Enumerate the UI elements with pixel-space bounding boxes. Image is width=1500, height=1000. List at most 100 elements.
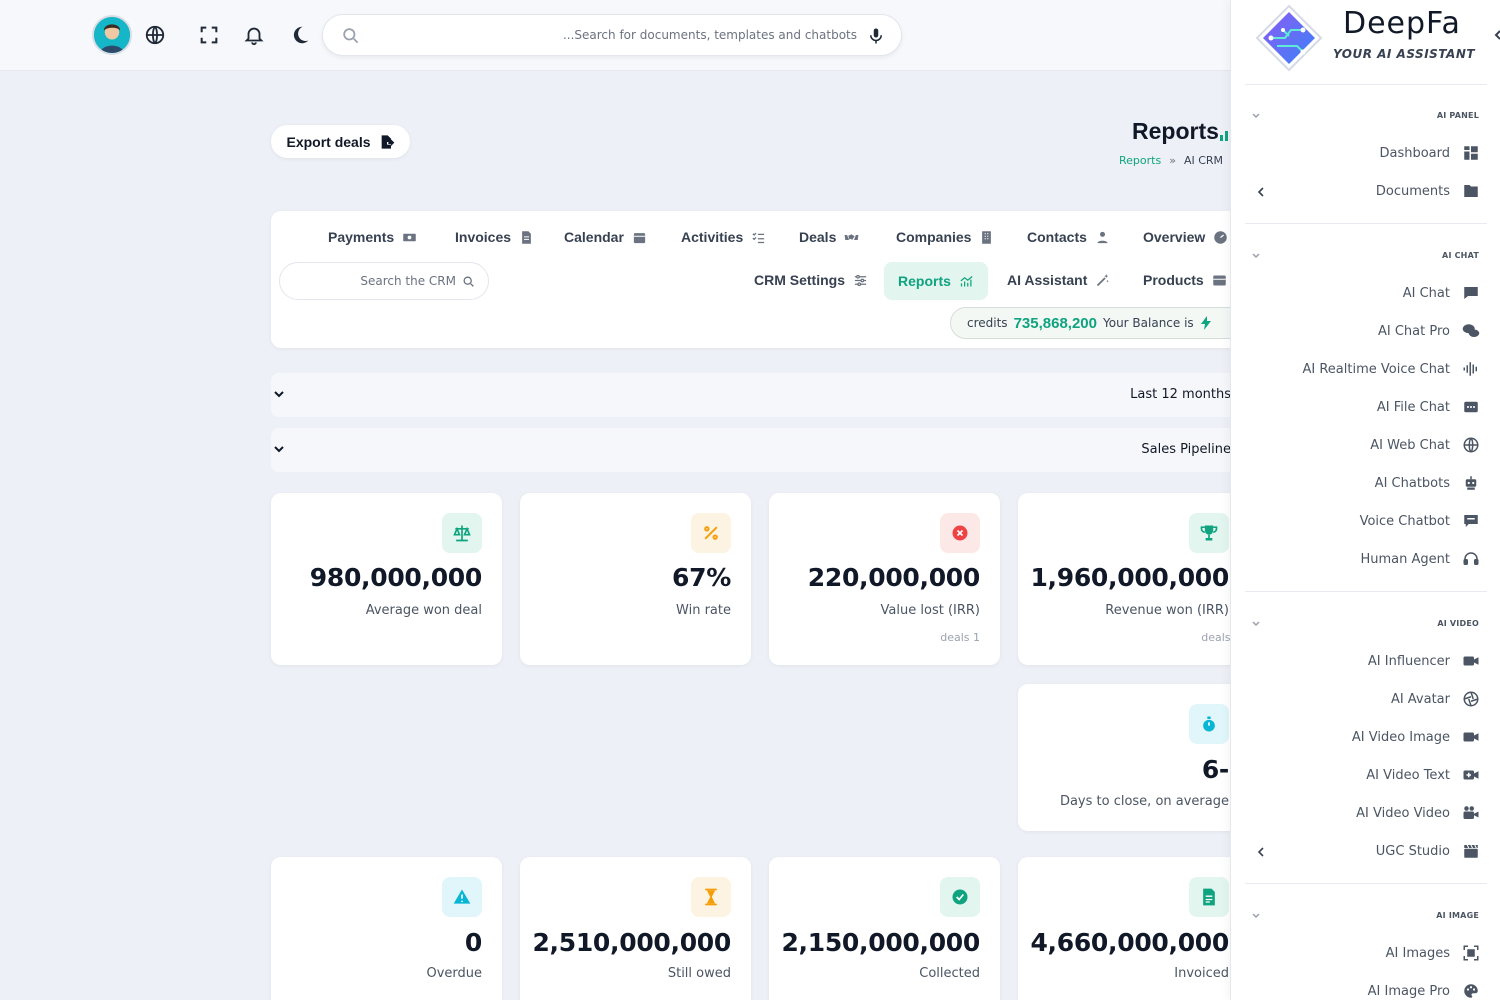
sidebar-item-ai-influencer[interactable]: AI Influencer (1368, 652, 1480, 670)
stat-card-average-won-deal: 980,000,000 Average won deal (271, 493, 502, 665)
tab-ai-assistant[interactable]: AI Assistant (1007, 272, 1110, 288)
sidebar-item-ai-avatar[interactable]: AI Avatar (1391, 690, 1480, 708)
export-deals-button[interactable]: Export deals (271, 125, 410, 158)
tab-companies[interactable]: Companies (896, 229, 994, 245)
chevron-down-icon[interactable] (1251, 251, 1261, 261)
sidebar-item-ai-realtime-voice-chat[interactable]: AI Realtime Voice Chat (1303, 360, 1481, 378)
crm-search-placeholder: Search the CRM (360, 274, 456, 288)
moon-icon[interactable] (289, 24, 311, 46)
collapse-sidebar-icon[interactable] (1493, 29, 1500, 41)
stat-value: 2,150,000,000 (781, 928, 980, 957)
video-camera-icon (1463, 656, 1479, 666)
stat-card-collected: 2,150,000,000 Collected (769, 857, 1000, 1000)
tab-activities[interactable]: Activities (681, 229, 766, 245)
breadcrumb-separator: » (1169, 154, 1176, 167)
sidebar-item-ai-video-image[interactable]: AI Video Image (1352, 728, 1480, 746)
crm-nav-card: Payments Invoices Calendar Activities De… (271, 211, 1250, 348)
sidebar-item-ai-chat[interactable]: AI Chat (1403, 284, 1480, 302)
stat-value: 4,660,000,000 (1030, 928, 1229, 957)
search-placeholder: ...Search for documents, templates and c… (562, 28, 857, 42)
tab-invoices[interactable]: Invoices (455, 229, 534, 245)
credits-amount: 735,868,200 (1013, 314, 1097, 332)
stat-subtext: deals 1 (940, 631, 980, 644)
divider (1245, 84, 1487, 85)
section-ai-chat: AI CHAT (1442, 251, 1479, 260)
building-icon (982, 230, 992, 244)
bolt-icon (1200, 316, 1211, 330)
stat-card-overdue: 0 Overdue (271, 857, 502, 1000)
money-icon (403, 233, 416, 241)
globe-icon[interactable] (144, 24, 166, 46)
page-title: Reports (1132, 118, 1233, 145)
top-bar: ...Search for documents, templates and c… (0, 0, 1230, 71)
sidebar-item-ai-images[interactable]: AI Images (1386, 944, 1480, 962)
bell-icon[interactable] (243, 24, 265, 46)
sidebar-item-documents[interactable]: Documents (1376, 182, 1480, 200)
stat-label: Invoiced (1174, 966, 1229, 981)
period-filter[interactable]: Last 12 months (271, 373, 1241, 417)
sidebar-item-ai-chatbots[interactable]: AI Chatbots (1375, 474, 1480, 492)
chevron-left-icon[interactable] (1256, 186, 1266, 198)
trophy-icon (1189, 513, 1229, 553)
stat-card-revenue-won: 1,960,000,000 Revenue won (IRR) deals 2 (1018, 493, 1249, 665)
sidebar-item-ai-video-text[interactable]: AI Video Text (1366, 766, 1480, 784)
chevron-left-icon[interactable] (1256, 846, 1266, 858)
user-avatar[interactable] (92, 15, 132, 55)
global-search[interactable]: ...Search for documents, templates and c… (322, 14, 902, 56)
chevron-down-icon[interactable] (1251, 911, 1261, 921)
chevron-down-icon (274, 391, 284, 398)
stat-value: 1,960,000,000 (1030, 563, 1229, 592)
chevron-down-icon[interactable] (1251, 619, 1261, 629)
search-icon (343, 28, 359, 44)
comments-icon (1462, 324, 1480, 337)
breadcrumb-current: AI CRM (1183, 154, 1224, 167)
crm-search-input[interactable]: Search the CRM (279, 262, 489, 300)
tab-reports[interactable]: Reports (884, 262, 988, 300)
warning-icon (442, 877, 482, 917)
gauge-icon (1214, 230, 1228, 244)
tab-products[interactable]: Products (1143, 272, 1227, 288)
sidebar-item-ai-web-chat[interactable]: AI Web Chat (1370, 436, 1480, 454)
chat-bubble-icon (1464, 515, 1478, 527)
sidebar-item-ugc-studio[interactable]: UGC Studio (1376, 842, 1480, 860)
stat-card-value-lost: 220,000,000 Value lost (IRR) deals 1 (769, 493, 1000, 665)
sliders-icon (854, 274, 867, 286)
aperture-icon (1463, 691, 1479, 707)
fullscreen-icon[interactable] (198, 24, 220, 46)
sidebar-item-ai-video-video[interactable]: AI Video Video (1356, 804, 1480, 822)
sidebar-item-ai-chat-pro[interactable]: AI Chat Pro (1378, 322, 1480, 340)
tab-calendar[interactable]: Calendar (564, 229, 647, 245)
tab-deals[interactable]: Deals (799, 229, 859, 245)
x-circle-icon (940, 513, 980, 553)
stat-value: 980,000,000 (309, 563, 483, 592)
microphone-icon[interactable] (867, 26, 885, 46)
tab-contacts[interactable]: Contacts (1027, 229, 1110, 245)
chevron-down-icon[interactable] (1251, 111, 1261, 121)
pipeline-filter-value: Sales Pipeline (1141, 442, 1231, 457)
percent-icon (691, 513, 731, 553)
divider (1245, 591, 1487, 592)
globe-icon (1463, 437, 1479, 453)
sidebar-item-ai-file-chat[interactable]: AI File Chat (1377, 398, 1480, 416)
sidebar-item-ai-image-pro[interactable]: AI Image Pro (1368, 982, 1480, 1000)
film-camera-icon (1463, 806, 1479, 819)
section-ai-panel: AI PANEL (1436, 111, 1479, 120)
stat-card-invoiced: 4,660,000,000 Invoiced (1018, 857, 1249, 1000)
tab-crm-settings[interactable]: CRM Settings (754, 272, 868, 288)
stat-label: Win rate (676, 603, 731, 618)
file-export-icon (381, 134, 394, 149)
breadcrumb-link-reports[interactable]: Reports (1119, 154, 1161, 167)
boxes-icon (1212, 275, 1226, 285)
credits-badge: credits 735,868,200 Your Balance is (950, 307, 1250, 339)
tab-overview[interactable]: Overview (1143, 229, 1228, 245)
sidebar-item-human-agent[interactable]: Human Agent (1361, 550, 1481, 568)
brand-tagline: YOUR AI ASSISTANT (1333, 47, 1476, 61)
image-scan-icon (1463, 945, 1479, 961)
stat-value: 0 (464, 928, 482, 957)
stat-label: Overdue (426, 966, 482, 981)
tab-payments[interactable]: Payments (328, 229, 417, 245)
sidebar-item-voice-chatbot[interactable]: Voice Chatbot (1360, 512, 1480, 530)
pipeline-filter[interactable]: Sales Pipeline (271, 428, 1241, 472)
sidebar-item-dashboard[interactable]: Dashboard (1379, 144, 1480, 162)
brand-name: DeepFa (1343, 6, 1461, 41)
